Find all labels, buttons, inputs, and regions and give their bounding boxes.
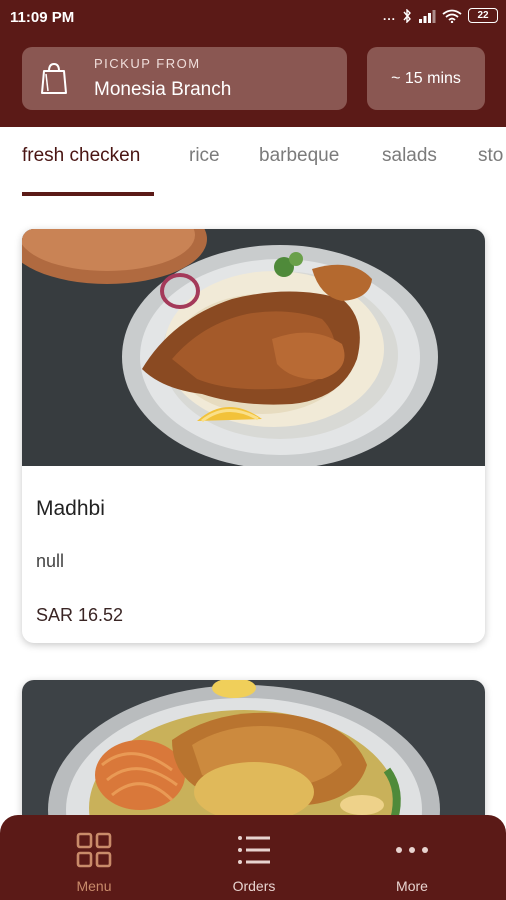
nav-menu-label: Menu: [76, 878, 112, 894]
grid-icon: [76, 832, 112, 868]
status-bar: 11:09 PM ... 22: [0, 0, 506, 36]
pickup-branch-selector[interactable]: PICKUP FROM Monesia Branch: [22, 47, 347, 110]
status-dots: ...: [382, 8, 396, 23]
wifi-icon: [442, 9, 462, 23]
cell-signal-icon: [419, 9, 436, 23]
pickup-branch-name: Monesia Branch: [94, 79, 232, 100]
tab-sto[interactable]: sto: [478, 145, 503, 167]
nav-more-label: More: [396, 878, 428, 894]
bluetooth-icon: [403, 8, 411, 23]
nav-orders[interactable]: Orders: [194, 815, 314, 900]
category-tabs: fresh checken rice barbeque salads sto: [0, 127, 506, 199]
menu-item-name: Madhbi: [36, 497, 105, 520]
app-screen: 11:09 PM ... 22 PICKUP FROM Monesia Bran…: [0, 0, 506, 900]
bottom-navigation: Menu Orders More: [0, 815, 506, 900]
eta-badge[interactable]: ~ 15 mins: [367, 47, 485, 110]
tab-salads[interactable]: salads: [382, 145, 437, 167]
nav-menu[interactable]: Menu: [34, 815, 154, 900]
more-dots-icon: [396, 847, 428, 853]
nav-more[interactable]: More: [352, 815, 472, 900]
pickup-label: PICKUP FROM: [94, 56, 201, 71]
eta-label: ~ 15 mins: [391, 69, 461, 87]
status-time: 11:09 PM: [10, 9, 75, 26]
active-tab-indicator: [22, 192, 154, 196]
list-icon: [238, 836, 270, 864]
menu-item-price: SAR 16.52: [36, 605, 124, 625]
menu-item-card[interactable]: Madhbi null SAR 16.52: [22, 229, 485, 643]
menu-item-image: [22, 229, 485, 466]
status-icons: ... 22: [383, 8, 498, 23]
header: 11:09 PM ... 22 PICKUP FROM Monesia Bran…: [0, 0, 506, 127]
battery-icon: 22: [468, 8, 498, 23]
nav-orders-label: Orders: [232, 878, 276, 894]
tab-fresh-checken[interactable]: fresh checken: [22, 145, 140, 167]
tab-barbeque[interactable]: barbeque: [259, 145, 339, 167]
shopping-bag-icon: [41, 62, 67, 94]
tab-rice[interactable]: rice: [189, 145, 220, 167]
menu-item-description: null: [36, 551, 65, 571]
